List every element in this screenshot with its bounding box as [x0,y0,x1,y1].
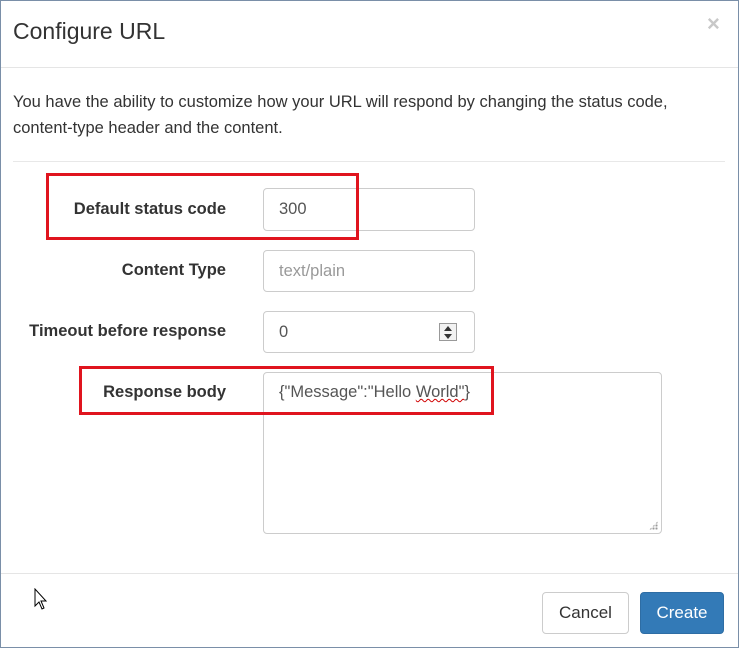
timeout-label: Timeout before response [29,322,226,340]
response-body-textarea[interactable]: {"Message":"Hello World"} [263,372,662,534]
response-body-text-end: } [464,383,470,401]
footer-divider [1,573,738,574]
number-spinner[interactable] [439,323,457,341]
status-code-input[interactable]: 300 [263,188,475,231]
spinner-up-icon[interactable] [444,326,452,331]
content-type-label: Content Type [121,261,226,279]
response-body-label: Response body [103,383,226,401]
mouse-cursor-icon [34,588,48,610]
spinner-down-icon[interactable] [444,334,452,339]
dialog-header: Configure URL × [1,1,738,68]
intro-text: You have the ability to customize how yo… [13,93,668,137]
response-body-text: {"Message":"Hello [279,383,416,401]
section-divider [13,161,725,162]
dialog-title: Configure URL [13,18,166,44]
close-icon[interactable]: × [707,13,720,35]
content-type-input[interactable]: text/plain [263,250,475,292]
cancel-button[interactable]: Cancel [542,592,629,634]
status-code-label: Default status code [73,200,226,218]
create-button[interactable]: Create [640,592,724,634]
resize-grip-icon[interactable] [649,521,658,530]
configure-url-dialog: Configure URL × You have the ability to … [0,0,739,648]
spellcheck-word: World" [415,383,465,401]
